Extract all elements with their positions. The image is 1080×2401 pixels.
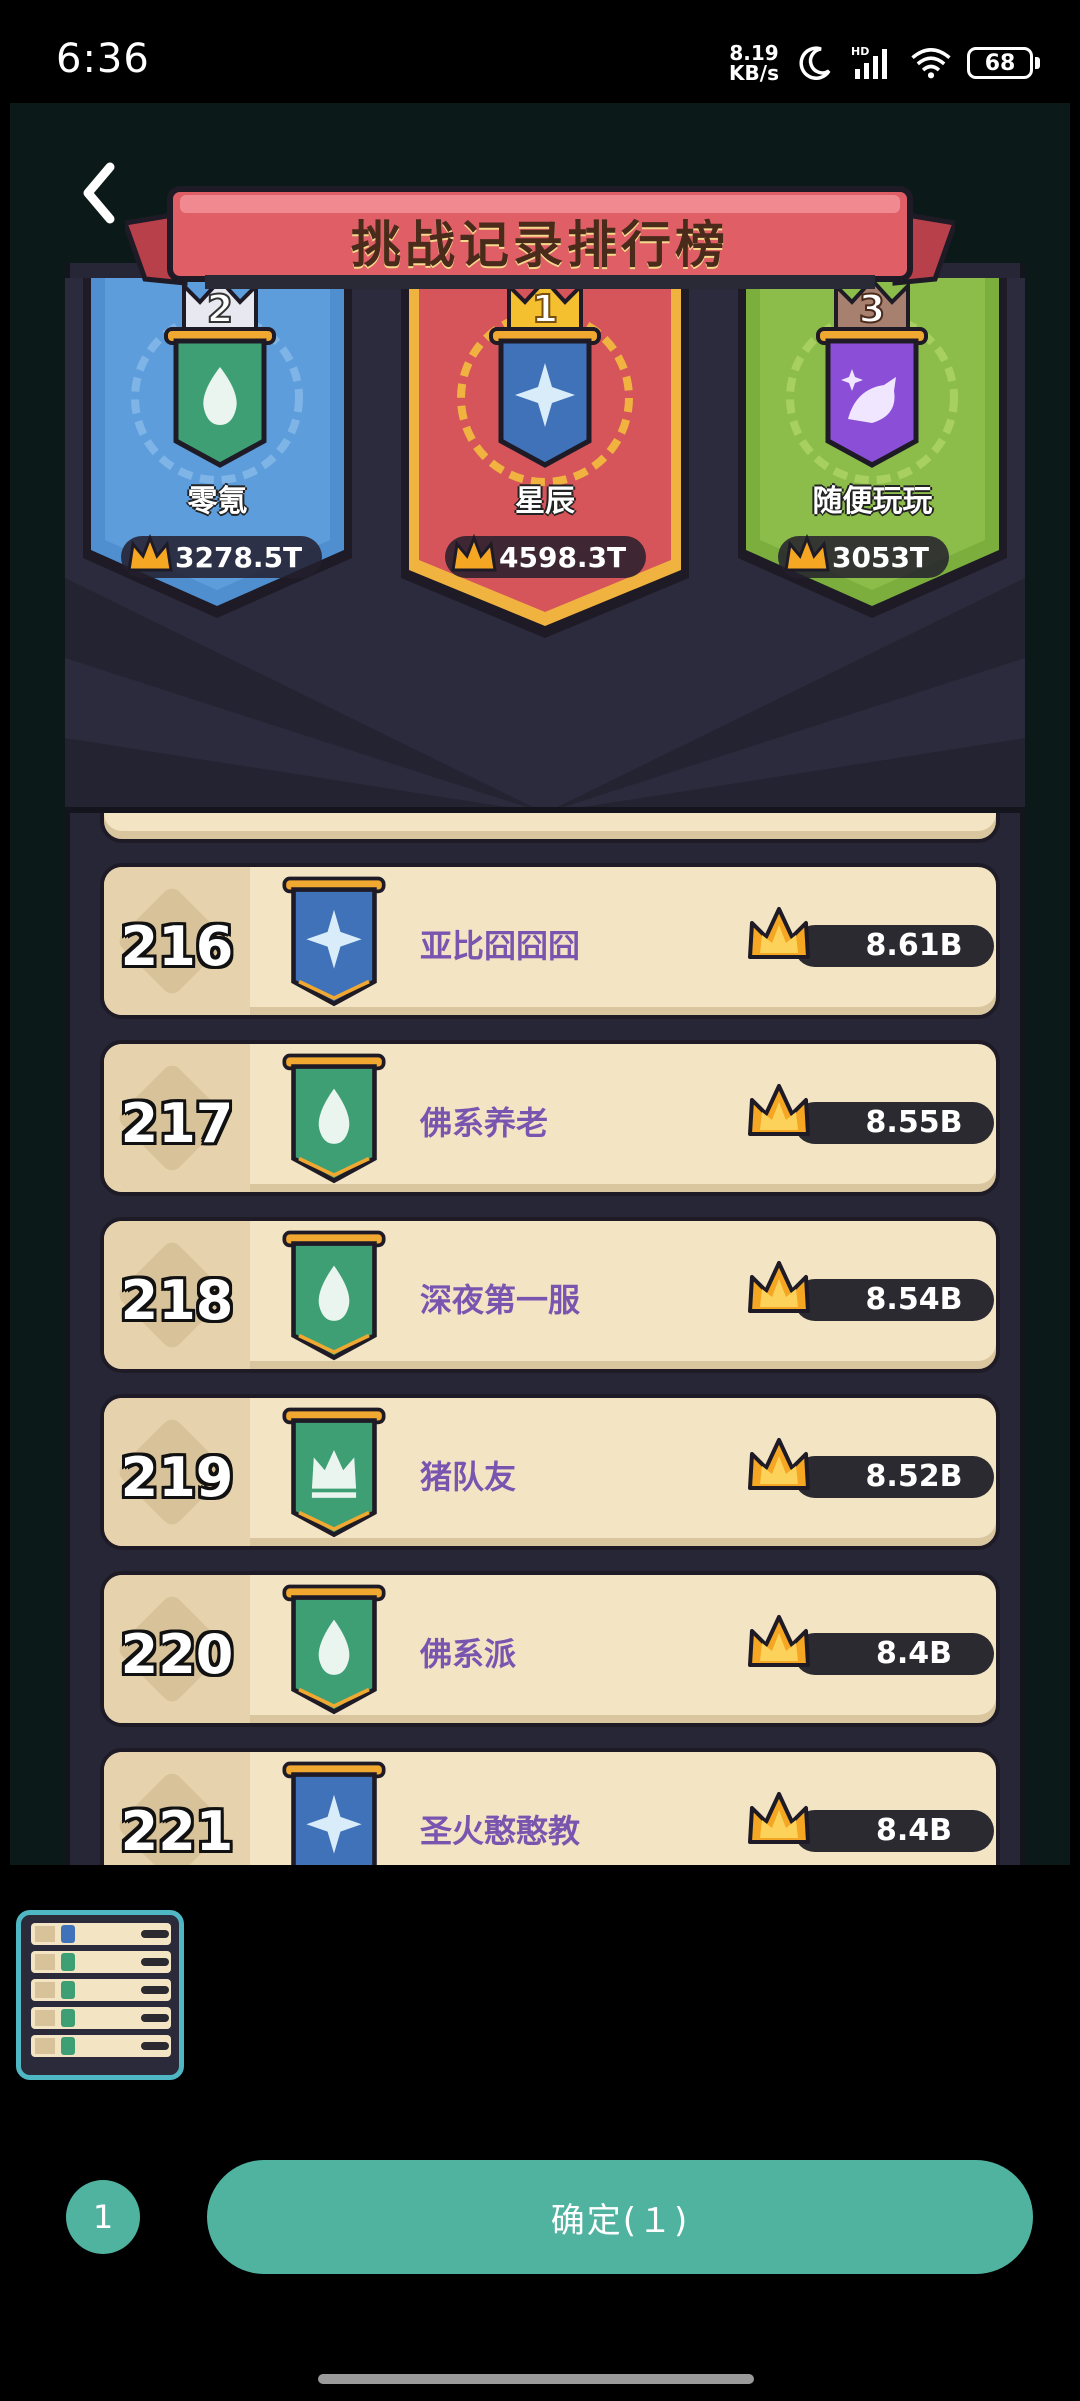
- list-item-partial: [100, 813, 1000, 843]
- podium-rank-3[interactable]: 3 随便玩玩 3053T: [730, 278, 1015, 628]
- rank-number: 221: [120, 1800, 234, 1863]
- rank-number: 218: [120, 1269, 234, 1332]
- crown-icon: [127, 533, 173, 572]
- network-speed-value: 8.19: [729, 41, 779, 65]
- battery-level: 68: [967, 47, 1033, 79]
- score-value: 8.52B: [794, 1456, 994, 1498]
- crown-icon: [748, 1615, 810, 1667]
- moon-icon: [799, 46, 831, 80]
- drop-emblem-icon: [282, 1053, 386, 1184]
- drop-emblem-icon: [282, 1584, 386, 1715]
- score-value: 8.55B: [794, 1102, 994, 1144]
- network-speed: 8.19 KB/s: [729, 43, 779, 83]
- confirm-button[interactable]: 确定(１): [207, 2160, 1033, 2274]
- crown-icon: [451, 533, 497, 572]
- rank-number: 217: [120, 1092, 234, 1155]
- star-emblem-icon: [282, 876, 386, 1007]
- crown-icon: [748, 1792, 810, 1844]
- top-three-podium: 2 零氪 3278.5T 1 星辰 4598.3T 3 随便玩玩 3053T: [65, 278, 1025, 813]
- podium-rank-1[interactable]: 1 星辰 4598.3T: [395, 278, 695, 638]
- podium-score-value: 3053T: [832, 540, 930, 574]
- leaderboard-row[interactable]: 218 深夜第一服 8.54B: [100, 1217, 1000, 1373]
- rank-cell: 221: [104, 1752, 250, 1865]
- score-value: 8.61B: [794, 925, 994, 967]
- leaderboard-title-banner: 挑战记录排行榜: [125, 183, 955, 293]
- thumb-row: [31, 1923, 171, 1945]
- leaderboard-row[interactable]: 219 猪队友 8.52B: [100, 1394, 1000, 1550]
- selected-image-thumbnail[interactable]: [16, 1910, 184, 2080]
- rank-cell: 219: [104, 1398, 250, 1546]
- status-icons: 8.19 KB/s HD 68: [729, 38, 1040, 88]
- leaderboard-row[interactable]: 216 亚比囧囧囧 8.61B: [100, 863, 1000, 1019]
- player-name: 深夜第一服: [420, 1281, 581, 1319]
- network-speed-unit: KB/s: [729, 61, 779, 85]
- crown-emblem-icon: [282, 1407, 386, 1538]
- podium-rank-2[interactable]: 2 零氪 3278.5T: [75, 278, 360, 628]
- status-time: 6:36: [56, 36, 150, 82]
- podium-name: 星辰: [515, 484, 575, 519]
- home-indicator[interactable]: [318, 2374, 754, 2384]
- cellular-signal-icon: HD: [851, 45, 887, 79]
- score-value: 8.4B: [794, 1810, 994, 1852]
- rank-cell: 217: [104, 1044, 250, 1192]
- thumb-row: [31, 2035, 171, 2057]
- podium-score: 4598.3T: [445, 533, 647, 578]
- player-name: 佛系养老: [420, 1104, 549, 1142]
- crown-icon: [748, 1084, 810, 1136]
- podium-score: 3053T: [778, 533, 950, 578]
- thumb-row: [31, 1951, 171, 1973]
- player-name: 佛系派: [420, 1635, 517, 1673]
- player-name: 亚比囧囧囧: [420, 927, 581, 965]
- battery-icon: 68: [967, 47, 1040, 79]
- star-emblem-icon: [282, 1761, 386, 1865]
- screenshot-preview: 2 零氪 3278.5T 1 星辰 4598.3T 3 随便玩玩 3053T 挑…: [10, 103, 1070, 1865]
- podium-name: 零氪: [187, 484, 248, 519]
- selected-count-badge: 1: [66, 2180, 140, 2254]
- drop-emblem-icon: [164, 327, 276, 468]
- leaderboard-row[interactable]: 221 圣火憨憨教 8.4B: [100, 1748, 1000, 1865]
- thumb-row: [31, 2007, 171, 2029]
- score-value: 8.4B: [794, 1633, 994, 1675]
- crown-icon: [784, 533, 830, 572]
- crown-icon: [748, 907, 810, 959]
- rank-number: 219: [120, 1446, 234, 1509]
- leaderboard-row[interactable]: 217 佛系养老 8.55B: [100, 1040, 1000, 1196]
- thumb-row: [31, 1979, 171, 2001]
- drop-emblem-icon: [282, 1230, 386, 1361]
- back-arrow-icon[interactable]: [70, 153, 130, 233]
- rank-cell: 218: [104, 1221, 250, 1369]
- crown-icon: [748, 1438, 810, 1490]
- rank-cell: 216: [104, 867, 250, 1015]
- status-bar: 6:36 8.19 KB/s HD 68: [0, 0, 1080, 110]
- star-emblem-icon: [489, 327, 601, 468]
- podium-score: 3278.5T: [121, 533, 323, 578]
- rank-number: 216: [120, 915, 234, 978]
- leaderboard-row[interactable]: 220 佛系派 8.4B: [100, 1571, 1000, 1727]
- network-type-label: HD: [851, 45, 869, 58]
- crown-icon: [748, 1261, 810, 1313]
- ranking-list: 216 亚比囧囧囧 8.61B 217 佛系养老 8.55B 218 深夜第一服 8.54B 21…: [65, 813, 1025, 1865]
- rank-number: 220: [120, 1623, 234, 1686]
- podium-name: 随便玩玩: [812, 484, 933, 519]
- rank-cell: 220: [104, 1575, 250, 1723]
- podium-score-value: 4598.3T: [499, 540, 627, 574]
- wifi-icon: [911, 48, 951, 79]
- page-title: 挑战记录排行榜: [351, 216, 729, 274]
- score-value: 8.54B: [794, 1279, 994, 1321]
- player-name: 猪队友: [420, 1458, 517, 1496]
- player-name: 圣火憨憨教: [420, 1812, 581, 1850]
- bird-emblem-icon: [816, 327, 928, 468]
- podium-score-value: 3278.5T: [175, 540, 303, 574]
